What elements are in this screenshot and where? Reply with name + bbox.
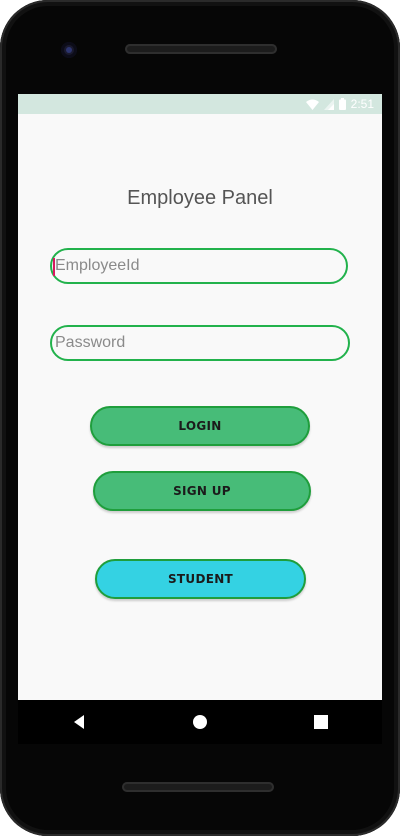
student-button-label: STUDENT xyxy=(167,572,234,586)
employee-id-field[interactable] xyxy=(50,248,348,284)
navigation-bar xyxy=(18,700,382,744)
back-icon[interactable] xyxy=(59,702,99,742)
recents-icon[interactable] xyxy=(301,702,341,742)
password-field[interactable] xyxy=(50,325,350,361)
employee-id-input[interactable] xyxy=(52,250,346,282)
page-title: Employee Panel xyxy=(127,187,273,209)
front-camera xyxy=(61,42,77,58)
bottom-speaker xyxy=(122,782,274,792)
status-bar: 2:51 xyxy=(18,94,382,114)
cell-signal-icon xyxy=(323,98,334,110)
wifi-icon xyxy=(305,99,319,110)
home-icon[interactable] xyxy=(180,702,220,742)
login-button[interactable]: LOGIN xyxy=(90,406,310,446)
battery-icon xyxy=(338,98,346,110)
sign-up-button-label: SIGN UP xyxy=(173,484,231,498)
password-input[interactable] xyxy=(52,327,348,359)
sign-up-button[interactable]: SIGN UP xyxy=(93,471,311,511)
phone-frame: 2:51 Employee Panel LOGIN SIGN UP STUDEN… xyxy=(0,0,400,836)
status-time: 2:51 xyxy=(350,97,374,111)
login-button-label: LOGIN xyxy=(178,419,222,433)
app-screen: 2:51 Employee Panel LOGIN SIGN UP STUDEN… xyxy=(18,94,382,700)
earpiece-speaker xyxy=(125,44,277,54)
student-button[interactable]: STUDENT xyxy=(95,559,306,599)
